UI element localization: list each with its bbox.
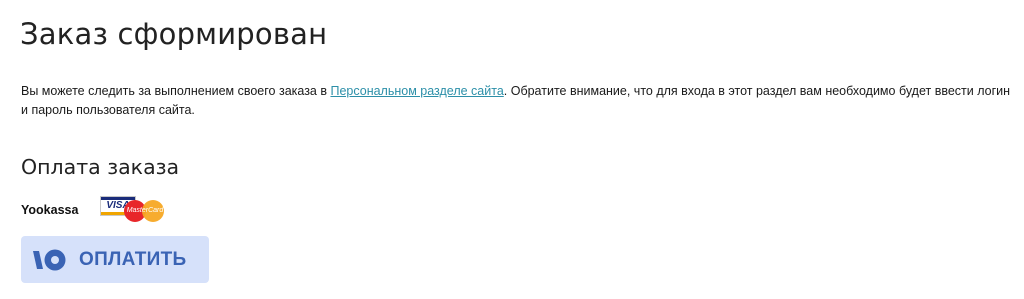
personal-section-link[interactable]: Персональном разделе сайта (330, 84, 503, 98)
card-logos: VISA MasterCard (100, 194, 168, 224)
info-text-before-link: Вы можете следить за выполнением своего … (21, 84, 331, 98)
payment-section-title: Оплата заказа (21, 155, 180, 179)
mastercard-logo-text: MasterCard (126, 207, 164, 214)
order-confirmation-page: Заказ сформирован Вы можете следить за в… (0, 0, 1024, 299)
pay-button[interactable]: ОПЛАТИТЬ (21, 236, 209, 283)
mastercard-logo-icon: MasterCard (118, 200, 168, 224)
order-info-text: Вы можете следить за выполнением своего … (21, 82, 1011, 120)
payment-system-name: Yookassa (21, 203, 79, 217)
yoomoney-logo-icon (33, 249, 66, 271)
pay-button-label: ОПЛАТИТЬ (79, 249, 187, 270)
page-title: Заказ сформирован (20, 17, 328, 51)
